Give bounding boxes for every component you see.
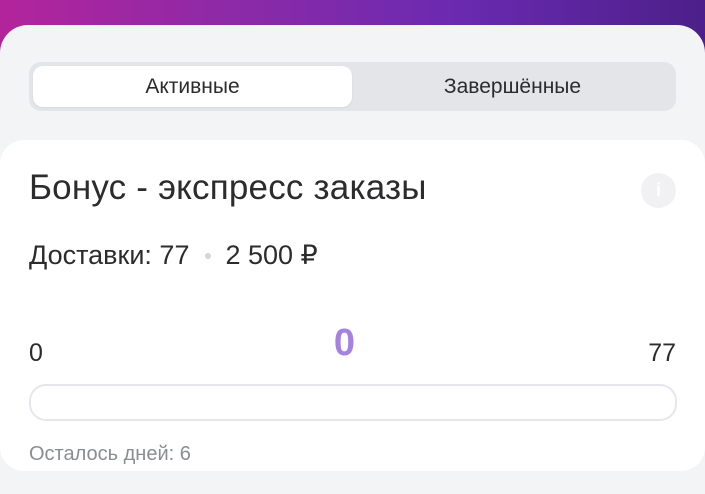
separator-dot — [205, 252, 212, 259]
tab-completed[interactable]: Завершённые — [353, 66, 672, 107]
bonus-amount: 2 500 ₽ — [225, 240, 318, 270]
range-max: 77 — [648, 339, 676, 367]
bonus-card: Бонус - экспресс заказы i Доставки: 77 2… — [0, 140, 705, 471]
info-icon[interactable]: i — [641, 173, 676, 208]
deliveries-count: Доставки: 77 — [29, 240, 190, 270]
progress-bar — [29, 384, 677, 421]
bonus-title: Бонус - экспресс заказы — [29, 168, 427, 207]
days-left: Осталось дней: 6 — [29, 443, 191, 465]
status-tabs: Активные Завершённые — [29, 62, 676, 111]
deliveries-row: Доставки: 77 2 500 ₽ — [29, 240, 318, 271]
range-current: 0 — [333, 322, 356, 364]
info-glyph: i — [655, 180, 661, 200]
tab-active[interactable]: Активные — [33, 66, 352, 107]
